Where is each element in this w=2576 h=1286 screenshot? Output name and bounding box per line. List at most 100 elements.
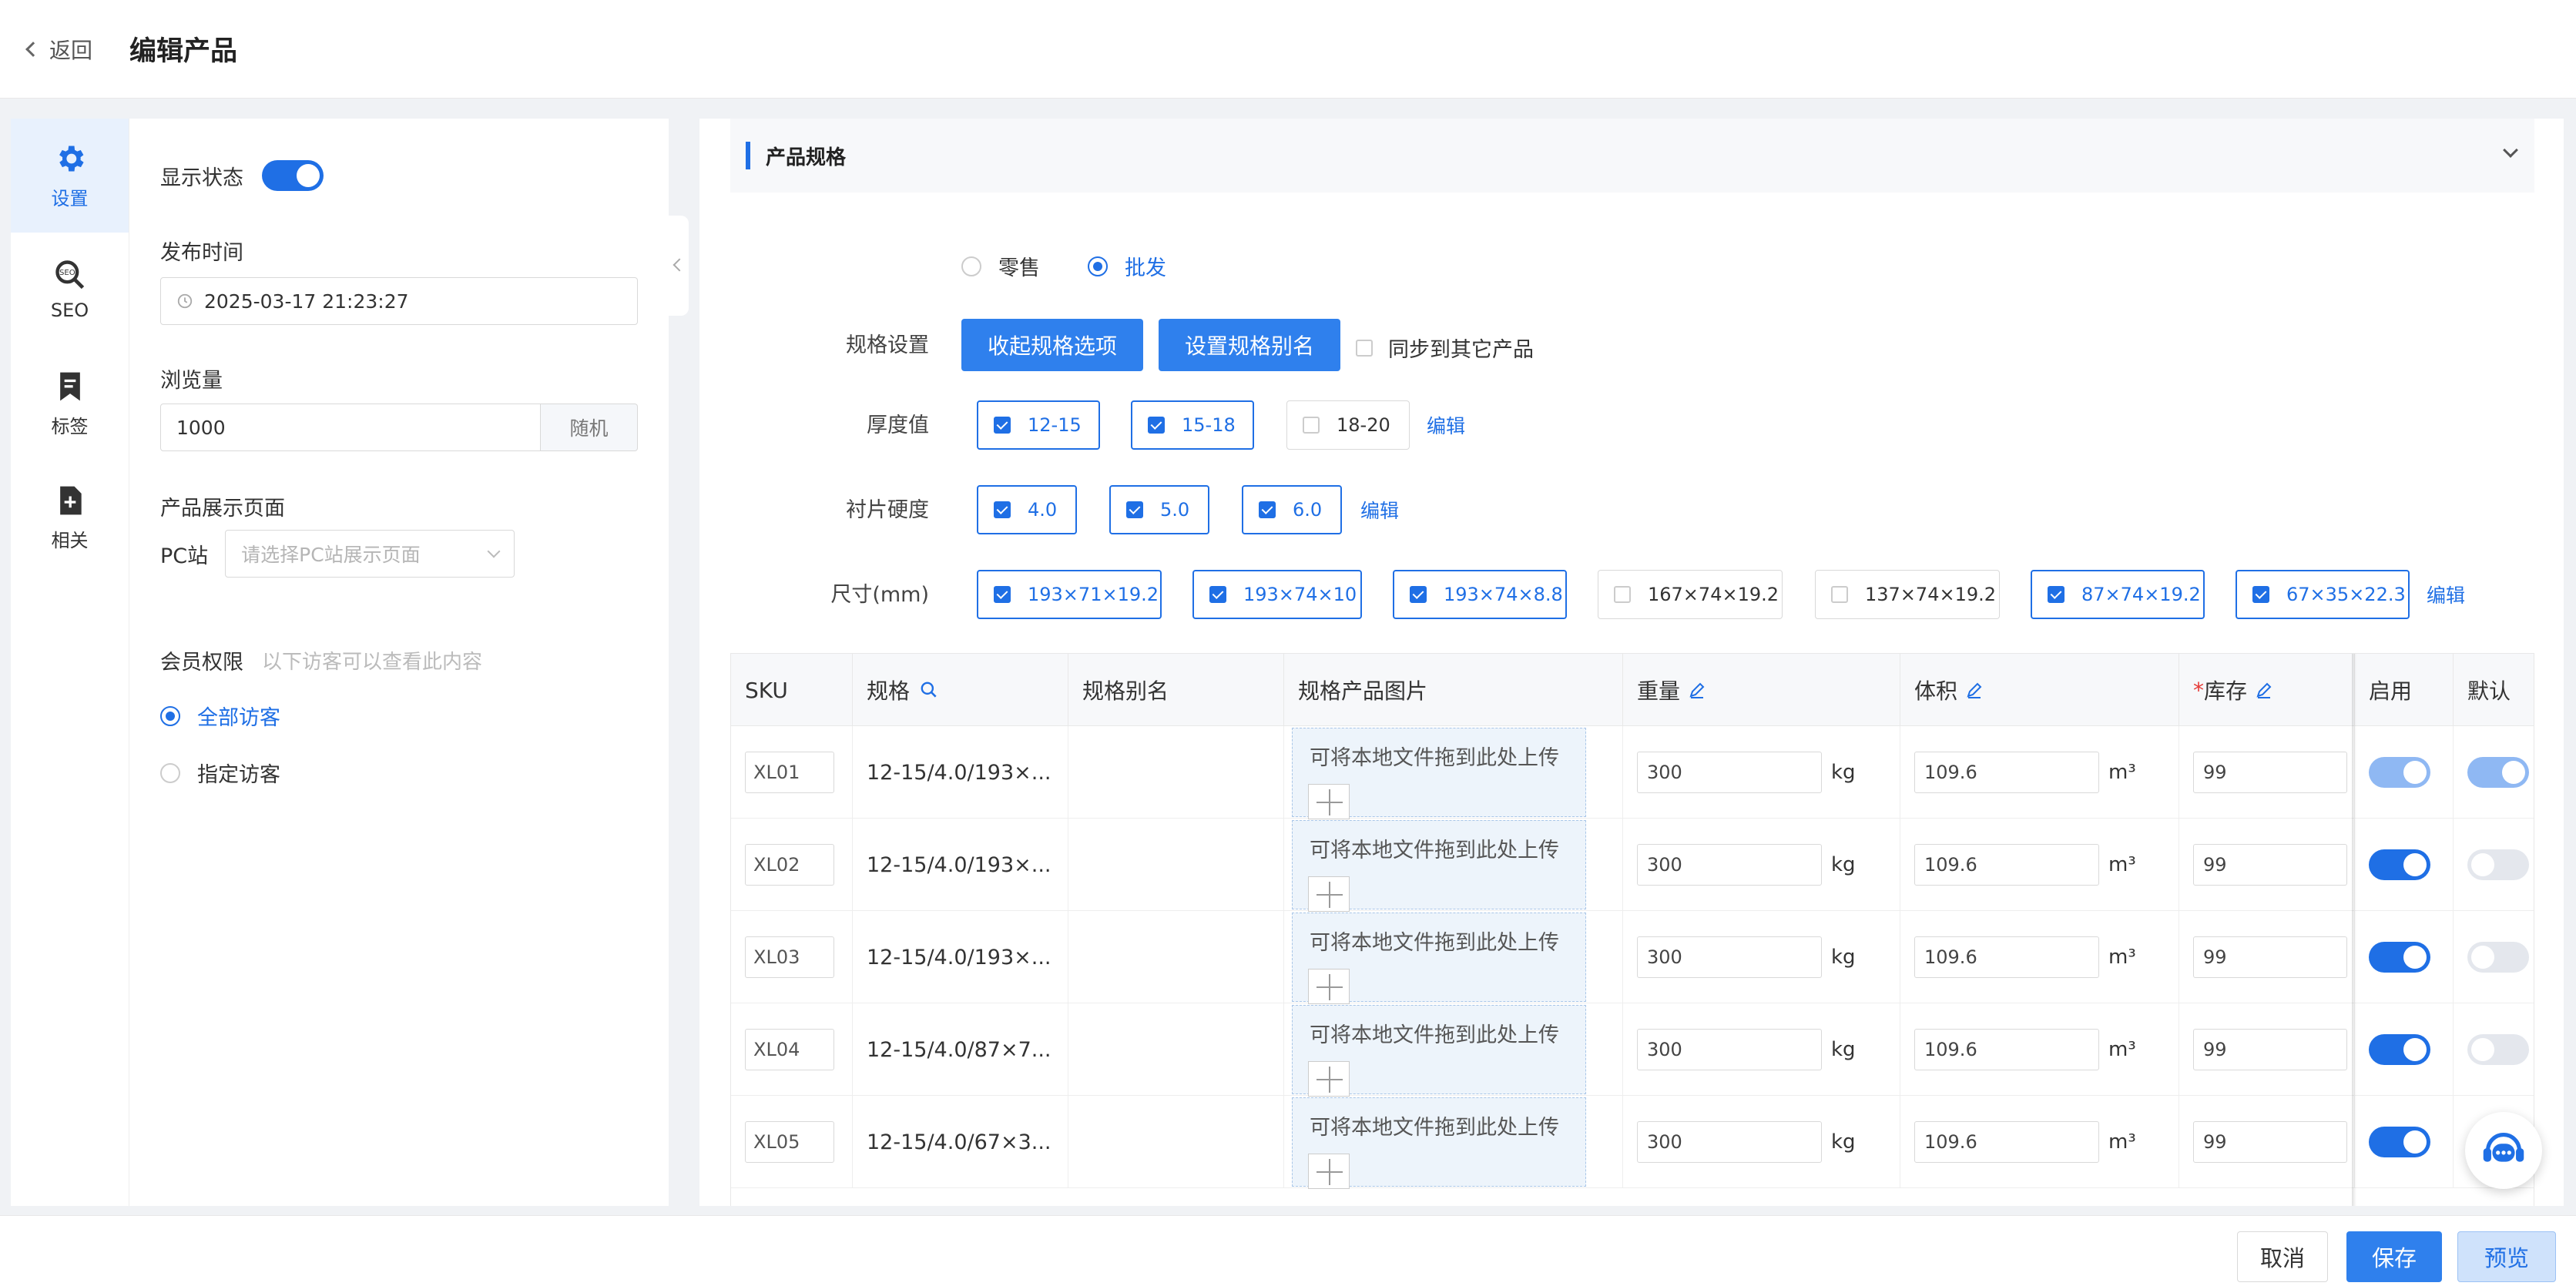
- default-toggle[interactable]: [2467, 849, 2529, 880]
- radio-all-visitors[interactable]: 全部访客: [160, 701, 280, 731]
- size-option[interactable]: 193×74×8.8: [1393, 570, 1567, 619]
- volume-input[interactable]: 109.6: [1914, 844, 2099, 886]
- nav-item-seo[interactable]: SEO SEO: [11, 233, 129, 347]
- collapse-spec-options-button[interactable]: 收起规格选项: [961, 319, 1143, 371]
- pencil-icon[interactable]: [1965, 681, 1984, 699]
- plus-icon[interactable]: [1308, 969, 1350, 1004]
- alias-cell[interactable]: [1068, 1096, 1284, 1188]
- nav-item-related[interactable]: 相关: [11, 460, 129, 574]
- preview-button[interactable]: 预览: [2457, 1231, 2556, 1282]
- alias-cell[interactable]: [1068, 1003, 1284, 1096]
- default-toggle[interactable]: [2467, 1034, 2529, 1065]
- table-row: XL03 12-15/4.0/193×... 可将本地文件拖到此处上传 300 k…: [731, 911, 2534, 1004]
- views-value: 1000: [176, 416, 226, 439]
- col-sku: SKU: [731, 654, 853, 726]
- weight-input[interactable]: 300: [1637, 844, 1822, 886]
- spec-cell: 12-15/4.0/87×7...: [853, 1003, 1068, 1096]
- search-icon[interactable]: [919, 680, 939, 700]
- thickness-label: 厚度值: [867, 414, 929, 437]
- checkbox: [2252, 586, 2269, 603]
- upload-dropzone[interactable]: 可将本地文件拖到此处上传: [1292, 728, 1586, 819]
- pc-site-select[interactable]: 请选择PC站展示页面: [225, 530, 515, 578]
- collapse-panel-tab[interactable]: [669, 216, 689, 316]
- sku-input[interactable]: XL01: [745, 752, 834, 793]
- size-option[interactable]: 87×74×19.2: [2031, 570, 2205, 619]
- nav-item-tags[interactable]: 标签: [11, 347, 129, 460]
- hardness-option[interactable]: 5.0: [1109, 485, 1209, 534]
- upload-dropzone[interactable]: 可将本地文件拖到此处上传: [1292, 913, 1586, 1004]
- stock-input[interactable]: 99: [2193, 936, 2347, 978]
- sku-input[interactable]: XL02: [745, 844, 834, 886]
- plus-icon[interactable]: [1308, 1061, 1350, 1097]
- radio-specific-visitors[interactable]: 指定访客: [160, 758, 280, 788]
- enable-toggle[interactable]: [2369, 757, 2430, 788]
- display-status-toggle[interactable]: [262, 160, 324, 191]
- hardness-option[interactable]: 4.0: [977, 485, 1077, 534]
- size-option[interactable]: 137×74×19.2: [1815, 570, 2000, 619]
- default-toggle[interactable]: [2467, 757, 2529, 788]
- alias-cell[interactable]: [1068, 911, 1284, 1003]
- plus-icon[interactable]: [1308, 1154, 1350, 1189]
- volume-input[interactable]: 109.6: [1914, 1121, 2099, 1163]
- thickness-option[interactable]: 12-15: [977, 400, 1100, 450]
- save-button[interactable]: 保存: [2346, 1231, 2442, 1282]
- hardness-option[interactable]: 6.0: [1242, 485, 1342, 534]
- thickness-option[interactable]: 15-18: [1131, 400, 1254, 450]
- weight-input[interactable]: 300: [1637, 1029, 1822, 1070]
- alias-cell[interactable]: [1068, 819, 1284, 911]
- volume-input[interactable]: 109.6: [1914, 936, 2099, 978]
- plus-icon[interactable]: [1308, 876, 1350, 912]
- pencil-icon[interactable]: [2255, 681, 2273, 699]
- upload-dropzone[interactable]: 可将本地文件拖到此处上传: [1292, 1097, 1586, 1189]
- table-row: XL02 12-15/4.0/193×... 可将本地文件拖到此处上传 300 k…: [731, 819, 2534, 912]
- pencil-icon[interactable]: [1688, 681, 1706, 699]
- default-toggle[interactable]: [2467, 942, 2529, 973]
- radio-wholesale[interactable]: 批发: [1088, 251, 1166, 281]
- size-option[interactable]: 193×74×10: [1192, 570, 1362, 619]
- enable-toggle[interactable]: [2369, 849, 2430, 880]
- edit-thickness-link[interactable]: 编辑: [1427, 411, 1465, 439]
- stock-input[interactable]: 99: [2193, 1029, 2347, 1070]
- option-label: 67×35×22.3: [2286, 584, 2406, 605]
- back-button[interactable]: 返回: [25, 34, 92, 65]
- image-cell: 可将本地文件拖到此处上传: [1284, 911, 1623, 1004]
- size-option[interactable]: 193×71×19.2: [977, 570, 1162, 619]
- cancel-button[interactable]: 取消: [2237, 1231, 2328, 1282]
- col-enable-label: 启用: [2369, 678, 2413, 704]
- stock-input[interactable]: 99: [2193, 1121, 2347, 1163]
- weight-input[interactable]: 300: [1637, 936, 1822, 978]
- nav-item-settings[interactable]: 设置: [11, 119, 129, 233]
- alias-cell[interactable]: [1068, 726, 1284, 819]
- option-label: 167×74×19.2: [1648, 584, 1779, 605]
- publish-time-value: 2025-03-17 21:23:27: [204, 290, 409, 313]
- thickness-option[interactable]: 18-20: [1286, 400, 1410, 450]
- sku-input[interactable]: XL05: [745, 1121, 834, 1163]
- enable-toggle[interactable]: [2369, 1127, 2430, 1157]
- sku-input[interactable]: XL04: [745, 1029, 834, 1070]
- views-input[interactable]: 1000: [160, 404, 541, 451]
- publish-time-input[interactable]: 2025-03-17 21:23:27: [160, 277, 638, 325]
- sku-input[interactable]: XL03: [745, 936, 834, 978]
- spec-section-header[interactable]: 产品规格: [730, 119, 2534, 193]
- enable-toggle[interactable]: [2369, 942, 2430, 973]
- edit-hardness-link[interactable]: 编辑: [1360, 496, 1399, 524]
- volume-unit: m³: [2108, 853, 2136, 876]
- set-spec-alias-button[interactable]: 设置规格别名: [1159, 319, 1340, 371]
- upload-dropzone[interactable]: 可将本地文件拖到此处上传: [1292, 820, 1586, 912]
- enable-toggle[interactable]: [2369, 1034, 2430, 1065]
- stock-input[interactable]: 99: [2193, 752, 2347, 793]
- weight-input[interactable]: 300: [1637, 752, 1822, 793]
- upload-dropzone[interactable]: 可将本地文件拖到此处上传: [1292, 1005, 1586, 1097]
- random-views-button[interactable]: 随机: [541, 404, 638, 451]
- stock-input[interactable]: 99: [2193, 844, 2347, 886]
- customer-service-button[interactable]: [2465, 1112, 2542, 1189]
- size-option[interactable]: 167×74×19.2: [1598, 570, 1783, 619]
- weight-input[interactable]: 300: [1637, 1121, 1822, 1163]
- edit-size-link[interactable]: 编辑: [2427, 581, 2465, 608]
- sync-other-products-checkbox[interactable]: 同步到其它产品: [1356, 333, 1534, 363]
- radio-retail[interactable]: 零售: [961, 251, 1040, 281]
- volume-input[interactable]: 109.6: [1914, 1029, 2099, 1070]
- plus-icon[interactable]: [1308, 784, 1350, 819]
- size-option[interactable]: 67×35×22.3: [2236, 570, 2410, 619]
- volume-input[interactable]: 109.6: [1914, 752, 2099, 793]
